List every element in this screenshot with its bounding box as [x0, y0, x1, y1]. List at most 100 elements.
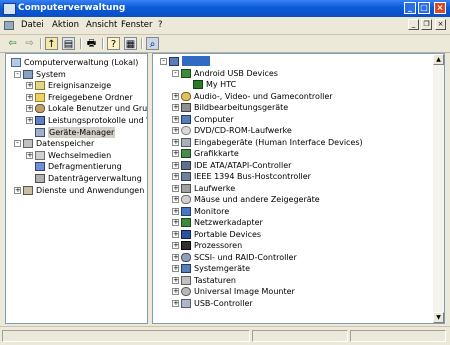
device-tree-row[interactable]: + Computer	[153, 114, 433, 125]
device-tree-row[interactable]: + IDE ATA/ATAPI-Controller	[153, 160, 433, 171]
expand-icon[interactable]: +	[172, 276, 179, 284]
scroll-down-button[interactable]: ▼	[433, 312, 444, 323]
console-tree-label: Geräte-Manager	[48, 126, 116, 138]
mdi-close-button[interactable]: ×	[435, 19, 446, 30]
disk-drive-icon	[181, 183, 191, 193]
expand-icon[interactable]: +	[172, 161, 179, 169]
device-tree-row[interactable]: + Tastaturen	[153, 275, 433, 286]
scroll-up-button[interactable]: ▲	[433, 54, 444, 65]
device-tree-row[interactable]: - Android USB Devices	[153, 68, 433, 79]
menu-help[interactable]: ?	[158, 17, 163, 34]
expand-icon[interactable]: +	[172, 265, 179, 272]
title-bar[interactable]: Computerverwaltung _ □ ×	[0, 0, 450, 17]
expand-icon[interactable]: +	[172, 127, 179, 134]
console-tree-label: Ereignisanzeige	[48, 81, 112, 91]
up-folder-icon[interactable]: ↑	[45, 37, 58, 50]
expand-icon[interactable]: +	[172, 253, 179, 261]
expand-icon[interactable]: +	[172, 92, 179, 100]
expand-icon[interactable]: +	[26, 93, 33, 101]
mdi-restore-button[interactable]: ❐	[421, 19, 432, 30]
device-tree-row[interactable]: My HTC	[153, 79, 433, 90]
forward-arrow-icon[interactable]: ⇨	[23, 37, 36, 50]
device-tree-pane[interactable]: ▲ ▼ - - Android USB Devices My HTC + Audio-, …	[152, 53, 445, 324]
menu-fenster[interactable]: Fenster	[121, 17, 153, 34]
expand-icon[interactable]: +	[26, 117, 33, 124]
device-tree-row[interactable]: + Grafikkarte	[153, 148, 433, 159]
minimize-button[interactable]: _	[404, 2, 416, 14]
expand-icon[interactable]: +	[172, 196, 179, 203]
expand-icon[interactable]: +	[172, 184, 179, 192]
device-tree-row[interactable]: + Bildbearbeitungsgeräte	[153, 102, 433, 113]
vertical-scrollbar[interactable]: ▲ ▼	[433, 54, 444, 323]
device-tree-row[interactable]: + Universal Image Mounter	[153, 286, 433, 297]
collapse-icon[interactable]: -	[14, 70, 21, 78]
device-tree-row[interactable]: + Netzwerkadapter	[153, 217, 433, 228]
collapse-icon[interactable]: -	[14, 140, 21, 148]
collapse-icon[interactable]: -	[172, 69, 179, 77]
device-tree-row[interactable]: + SCSI- und RAID-Controller	[153, 252, 433, 263]
console-tree-pane[interactable]: Computerverwaltung (Lokal) - System + Ereign…	[5, 53, 148, 324]
console-tree-row[interactable]: + Ereignisanzeige	[6, 80, 147, 91]
expand-icon[interactable]: +	[172, 230, 179, 238]
expand-icon[interactable]: +	[172, 104, 179, 111]
console-tree-row[interactable]: + Wechselmedien	[6, 150, 147, 161]
device-tree-row[interactable]: + Eingabegeräte (Human Interface Devices)	[153, 137, 433, 148]
print-icon[interactable]: 🖶	[85, 37, 98, 50]
console-tree-row[interactable]: + Lokale Benutzer und Gruppe	[6, 103, 147, 114]
expand-icon[interactable]: +	[172, 242, 179, 249]
console-tree-row[interactable]: - Datenspeicher	[6, 138, 147, 149]
device-tree-row[interactable]: + Portable Devices	[153, 229, 433, 240]
console-tree-row[interactable]: + Leistungsprotokolle und War	[6, 115, 147, 126]
expand-icon[interactable]: +	[172, 207, 179, 215]
expand-icon[interactable]: +	[14, 186, 21, 194]
console-tree-row[interactable]: + Freigegebene Ordner	[6, 92, 147, 103]
console-tree-row[interactable]: Computerverwaltung (Lokal)	[6, 57, 147, 68]
imaging-icon	[181, 103, 191, 112]
scan-hardware-icon[interactable]: ⌕	[146, 37, 159, 50]
computer-icon	[169, 57, 179, 66]
ide-icon	[181, 160, 191, 170]
close-button[interactable]: ×	[434, 2, 446, 14]
collapse-icon[interactable]: -	[160, 58, 167, 65]
removable-storage-icon	[35, 150, 45, 160]
maximize-button[interactable]: □	[418, 2, 430, 14]
expand-icon[interactable]: +	[172, 138, 179, 146]
mdi-minimize-button[interactable]: _	[408, 19, 419, 30]
device-tree-row[interactable]: + Audio-, Video- und Gamecontroller	[153, 91, 433, 102]
console-tree-row[interactable]: - System	[6, 69, 147, 80]
device-tree-label: Systemgeräte	[194, 264, 251, 273]
device-tree-row[interactable]: + Monitore	[153, 206, 433, 217]
console-tree-row[interactable]: + Dienste und Anwendungen	[6, 185, 147, 196]
device-tree-row[interactable]: + Prozessoren	[153, 240, 433, 251]
console-tree-row[interactable]: Geräte-Manager	[6, 126, 147, 138]
help-icon[interactable]: ?	[107, 37, 120, 50]
console-tree-label: Dienste und Anwendungen	[36, 185, 145, 195]
menu-ansicht[interactable]: Ansicht	[86, 17, 117, 34]
device-tree-row[interactable]: -	[153, 56, 433, 67]
menu-aktion[interactable]: Aktion	[52, 17, 79, 34]
back-arrow-icon[interactable]: ⇦	[6, 37, 19, 50]
console-tree-label: Computerverwaltung (Lokal)	[24, 58, 139, 67]
console-tree-row[interactable]: Datenträgerverwaltung	[6, 173, 147, 184]
expand-icon[interactable]: +	[172, 299, 179, 307]
console-tree-row[interactable]: Defragmentierung	[6, 161, 147, 172]
expand-icon[interactable]: +	[26, 82, 33, 90]
show-tree-icon[interactable]: ▤	[62, 37, 75, 50]
properties-icon[interactable]: ▦	[124, 37, 137, 50]
expand-icon[interactable]: +	[172, 173, 179, 180]
expand-icon[interactable]: +	[172, 219, 179, 226]
device-tree-row[interactable]: + USB-Controller	[153, 298, 433, 309]
expand-icon[interactable]: +	[172, 288, 179, 295]
mdi-app-icon[interactable]	[4, 21, 14, 30]
device-tree-row[interactable]: + IEEE 1394 Bus-Hostcontroller	[153, 171, 433, 182]
menu-datei[interactable]: Datei	[21, 17, 44, 34]
device-tree-label: Grafikkarte	[194, 149, 239, 158]
device-tree-row[interactable]: + Mäuse und andere Zeigegeräte	[153, 194, 433, 205]
device-tree-row[interactable]: + Systemgeräte	[153, 263, 433, 274]
expand-icon[interactable]: +	[26, 151, 33, 159]
device-tree-row[interactable]: + Laufwerke	[153, 183, 433, 194]
expand-icon[interactable]: +	[172, 115, 179, 123]
expand-icon[interactable]: +	[172, 150, 179, 157]
expand-icon[interactable]: +	[26, 105, 33, 113]
device-tree-row[interactable]: + DVD/CD-ROM-Laufwerke	[153, 125, 433, 136]
